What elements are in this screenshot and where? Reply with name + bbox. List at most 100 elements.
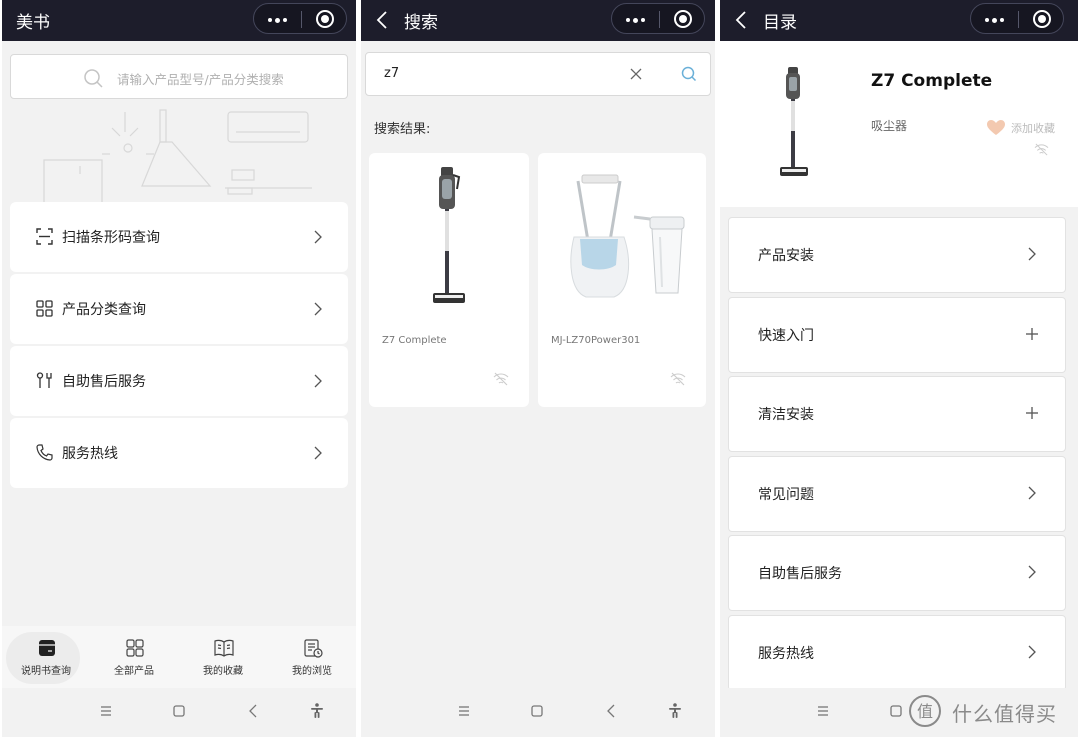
accessibility-icon[interactable] xyxy=(666,702,684,720)
back-arrow-icon[interactable] xyxy=(373,10,393,30)
grid-icon xyxy=(36,300,53,317)
title-bar: 搜索 xyxy=(361,0,715,41)
row-after-sales[interactable]: 自助售后服务 xyxy=(728,535,1066,611)
search-icon xyxy=(84,69,103,88)
chevron-right-icon xyxy=(1028,565,1036,579)
more-icon[interactable] xyxy=(985,17,1005,23)
wifi-icon xyxy=(1034,143,1049,156)
menu-scan-barcode[interactable]: 扫描条形码查询 xyxy=(10,202,348,272)
home-icon[interactable] xyxy=(528,702,546,720)
blender-image xyxy=(570,174,685,298)
plus-icon xyxy=(1026,328,1038,340)
menu-label: 自助售后服务 xyxy=(62,374,146,390)
tools-icon xyxy=(36,372,52,388)
page-title: 美书 xyxy=(16,13,50,33)
home-icon[interactable] xyxy=(887,702,905,720)
menu-hotline[interactable]: 服务热线 xyxy=(10,418,348,488)
row-faq[interactable]: 常见问题 xyxy=(728,456,1066,532)
wifi-icon xyxy=(493,372,509,386)
product-name: Z7 Complete xyxy=(871,71,993,91)
add-favorite-button[interactable]: 添加收藏 xyxy=(1011,120,1055,136)
result-card-blender[interactable]: MJ-LZ70Power301 xyxy=(538,153,706,407)
menu-icon[interactable] xyxy=(455,702,473,720)
appliance-illustration xyxy=(43,109,312,203)
vacuum-image xyxy=(780,67,808,176)
tab-favorites[interactable]: 我的收藏 xyxy=(179,626,267,688)
chevron-right-icon xyxy=(314,230,322,244)
home-icon[interactable] xyxy=(170,702,188,720)
phone-icon xyxy=(36,444,53,461)
row-label: 常见问题 xyxy=(758,487,814,503)
catalog-screen: 目录 Z7 Complete 吸尘器 添加收藏 产品安装 快速入门 清洁安装 常… xyxy=(720,0,1078,737)
site-watermark: 值 什么值得买 xyxy=(908,694,1078,728)
tab-label: 全部产品 xyxy=(114,666,154,677)
manual-icon xyxy=(39,640,55,656)
menu-icon[interactable] xyxy=(97,702,115,720)
close-miniprogram-icon[interactable] xyxy=(1033,10,1051,28)
title-bar: 目录 xyxy=(720,0,1078,41)
page-title: 搜索 xyxy=(404,13,438,33)
mini-program-capsule xyxy=(611,3,705,34)
search-icon[interactable] xyxy=(680,65,698,83)
book-icon xyxy=(214,639,234,657)
row-product-install[interactable]: 产品安装 xyxy=(728,217,1066,293)
tab-history[interactable]: 我的浏览 xyxy=(268,626,356,688)
capsule-divider xyxy=(301,11,302,28)
tab-label: 我的浏览 xyxy=(292,666,332,677)
row-quick-start[interactable]: 快速入门 xyxy=(728,297,1066,373)
row-label: 自助售后服务 xyxy=(758,566,842,582)
search-placeholder: 请输入产品型号/产品分类搜索 xyxy=(117,72,284,87)
wifi-icon xyxy=(670,372,686,386)
chevron-right-icon xyxy=(314,446,322,460)
row-label: 服务热线 xyxy=(758,646,814,662)
more-icon[interactable] xyxy=(626,17,646,23)
heart-icon[interactable] xyxy=(986,119,1006,136)
search-query: z7 xyxy=(384,66,400,81)
tab-all-products[interactable]: 全部产品 xyxy=(90,626,178,688)
page-title: 目录 xyxy=(763,13,797,33)
menu-label: 扫描条形码查询 xyxy=(62,230,160,246)
tab-manual-search[interactable]: 说明书查询 xyxy=(2,626,90,688)
accessibility-icon[interactable] xyxy=(308,702,326,720)
menu-label: 服务热线 xyxy=(62,446,118,462)
clear-icon[interactable] xyxy=(629,67,643,81)
chevron-right-icon xyxy=(1028,645,1036,659)
system-nav-bar xyxy=(2,688,356,737)
more-icon[interactable] xyxy=(268,17,288,23)
chevron-right-icon xyxy=(314,302,322,316)
mini-program-capsule xyxy=(253,3,347,34)
back-icon[interactable] xyxy=(245,702,263,720)
back-arrow-icon[interactable] xyxy=(732,10,752,30)
search-input[interactable]: z7 xyxy=(365,52,711,96)
menu-icon[interactable] xyxy=(814,702,832,720)
screenshot-collage: 美书 请输入产品型号/产品分类搜索 扫描条形码查询 产品分类查询 自助售后服务 … xyxy=(0,0,1080,737)
tab-label: 我的收藏 xyxy=(203,666,243,677)
close-miniprogram-icon[interactable] xyxy=(674,10,692,28)
search-input[interactable]: 请输入产品型号/产品分类搜索 xyxy=(10,54,348,99)
scan-icon xyxy=(36,228,53,245)
row-label: 产品安装 xyxy=(758,248,814,264)
svg-text:值: 值 xyxy=(917,702,933,721)
chevron-right-icon xyxy=(1028,486,1036,500)
chevron-right-icon xyxy=(1028,247,1036,261)
row-hotline[interactable]: 服务热线 xyxy=(728,615,1066,691)
product-category: 吸尘器 xyxy=(871,119,908,133)
bottom-tab-bar: 说明书查询 全部产品 我的收藏 我的浏览 xyxy=(2,626,356,688)
row-cleaning-install[interactable]: 清洁安装 xyxy=(728,376,1066,452)
row-label: 清洁安装 xyxy=(758,407,814,423)
home-screen: 美书 请输入产品型号/产品分类搜索 扫描条形码查询 产品分类查询 自助售后服务 … xyxy=(2,0,356,737)
close-miniprogram-icon[interactable] xyxy=(316,10,334,28)
menu-after-sales[interactable]: 自助售后服务 xyxy=(10,346,348,416)
results-label: 搜索结果: xyxy=(374,122,431,137)
menu-label: 产品分类查询 xyxy=(62,302,146,318)
product-name: Z7 Complete xyxy=(382,335,447,346)
system-nav-bar xyxy=(361,688,715,737)
back-icon[interactable] xyxy=(603,702,621,720)
menu-category-search[interactable]: 产品分类查询 xyxy=(10,274,348,344)
grid-icon xyxy=(126,639,144,657)
capsule-divider xyxy=(659,11,660,28)
history-icon xyxy=(304,639,323,658)
chevron-right-icon xyxy=(314,374,322,388)
search-screen: 搜索 z7 搜索结果: Z7 Complete MJ-LZ70Power301 xyxy=(361,0,715,737)
result-card-vacuum[interactable]: Z7 Complete xyxy=(369,153,529,407)
